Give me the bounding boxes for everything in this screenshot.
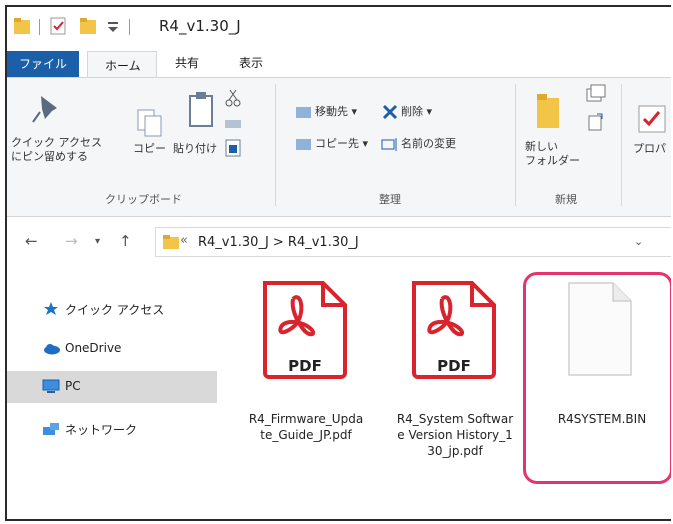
file-name: R4_Firmware_Update_Guide_JP.pdf	[248, 412, 364, 442]
file-explorer-window: R4_v1.30_J ファイル ホーム 共有 表示 クイック アクセス にピン留…	[5, 5, 671, 521]
copy-to-icon[interactable]	[295, 136, 313, 152]
delete-icon[interactable]	[381, 103, 399, 121]
copy-to-text: コピー先	[315, 137, 359, 150]
nav-item-network[interactable]: ネットワーク	[7, 413, 217, 445]
address-folder-icon	[163, 235, 179, 249]
delete-label[interactable]: 削除 ▾	[401, 105, 432, 119]
title-bar: R4_v1.30_J	[7, 7, 671, 47]
rename-icon[interactable]	[381, 136, 399, 152]
address-bar[interactable]: « R4_v1.30_J > R4_v1.30_J ⌄	[155, 227, 671, 257]
recent-locations-chevron-icon[interactable]: ▾	[95, 236, 100, 247]
nav-label-network: ネットワーク	[65, 423, 138, 437]
window-title: R4_v1.30_J	[159, 17, 241, 35]
delete-text: 削除	[401, 105, 423, 118]
paste-label[interactable]: 貼り付け	[173, 142, 217, 156]
tab-share[interactable]: 共有	[175, 54, 199, 71]
address-bar-row: ← → ▾ ↑ « R4_v1.30_J > R4_v1.30_J ⌄	[7, 223, 671, 263]
pin-icon[interactable]	[29, 92, 63, 126]
properties-quick-icon[interactable]	[49, 16, 67, 36]
ribbon: クイック アクセス にピン留めする コピー 貼り付け クリップボード 移動先 ▾	[7, 77, 671, 217]
nav-item-pc[interactable]: PC	[7, 371, 217, 403]
tab-file[interactable]: ファイル	[7, 51, 79, 77]
nav-item-onedrive[interactable]: OneDrive	[7, 333, 217, 365]
tab-home-label: ホーム	[105, 59, 141, 73]
copy-path-icon[interactable]	[223, 116, 243, 132]
generic-file-icon	[568, 282, 632, 376]
breadcrumb-overflow[interactable]: «	[180, 233, 188, 248]
paste-icon[interactable]	[187, 90, 217, 130]
clipboard-group-label: クリップボード	[105, 193, 182, 206]
nav-item-quick-access[interactable]: クイック アクセス	[7, 293, 217, 325]
pdf-badge: PDF	[437, 357, 471, 375]
up-arrow-icon[interactable]: ↑	[119, 232, 132, 250]
paste-shortcut-icon[interactable]	[223, 138, 243, 158]
new-folder-label-1[interactable]: 新しい	[525, 140, 558, 154]
new-folder-quick-icon[interactable]	[79, 16, 97, 36]
file-name: R4_System Software Version History_130_j…	[396, 412, 514, 458]
properties-icon[interactable]	[637, 104, 667, 134]
back-arrow-icon[interactable]: ←	[25, 232, 38, 250]
copy-label[interactable]: コピー	[133, 142, 166, 156]
tab-view[interactable]: 表示	[239, 54, 263, 71]
nav-label-onedrive: OneDrive	[65, 341, 122, 355]
ribbon-tabs: ファイル ホーム 共有 表示	[7, 47, 671, 77]
properties-label[interactable]: プロパ	[633, 142, 666, 156]
easy-access-icon[interactable]	[585, 112, 607, 132]
cloud-icon	[44, 344, 60, 355]
pdf-badge: PDF	[288, 357, 322, 375]
new-group-label: 新規	[555, 193, 577, 206]
computer-icon	[42, 379, 60, 393]
star-icon	[44, 302, 58, 315]
network-icon	[43, 423, 59, 435]
address-dropdown-chevron-icon[interactable]: ⌄	[634, 235, 643, 248]
customize-toolbar-icon[interactable]	[107, 21, 119, 33]
forward-arrow-icon[interactable]: →	[65, 232, 78, 250]
pin-quick-access-label-1[interactable]: クイック アクセス	[11, 136, 102, 150]
nav-label-pc: PC	[65, 379, 81, 393]
rename-label[interactable]: 名前の変更	[401, 137, 456, 151]
move-to-text: 移動先	[315, 105, 348, 118]
new-folder-label-2[interactable]: フォルダー	[525, 154, 580, 168]
pin-quick-access-label-2[interactable]: にピン留めする	[11, 150, 88, 164]
file-name: R4SYSTEM.BIN	[557, 412, 647, 426]
navigation-pane: クイック アクセス OneDrive PC ネットワーク	[7, 267, 217, 519]
organize-group-label: 整理	[379, 193, 401, 206]
copy-icon[interactable]	[135, 108, 165, 138]
move-to-label[interactable]: 移動先 ▾	[315, 105, 357, 119]
cut-icon[interactable]	[223, 88, 243, 108]
move-to-icon[interactable]	[295, 104, 313, 120]
copy-to-label[interactable]: コピー先 ▾	[315, 137, 368, 151]
tab-home[interactable]: ホーム	[87, 51, 157, 77]
nav-label-quick-access: クイック アクセス	[65, 303, 165, 317]
new-item-icon[interactable]	[585, 84, 607, 104]
breadcrumb[interactable]: R4_v1.30_J > R4_v1.30_J	[198, 235, 359, 250]
new-folder-icon[interactable]	[535, 92, 563, 130]
folder-icon	[14, 18, 30, 34]
